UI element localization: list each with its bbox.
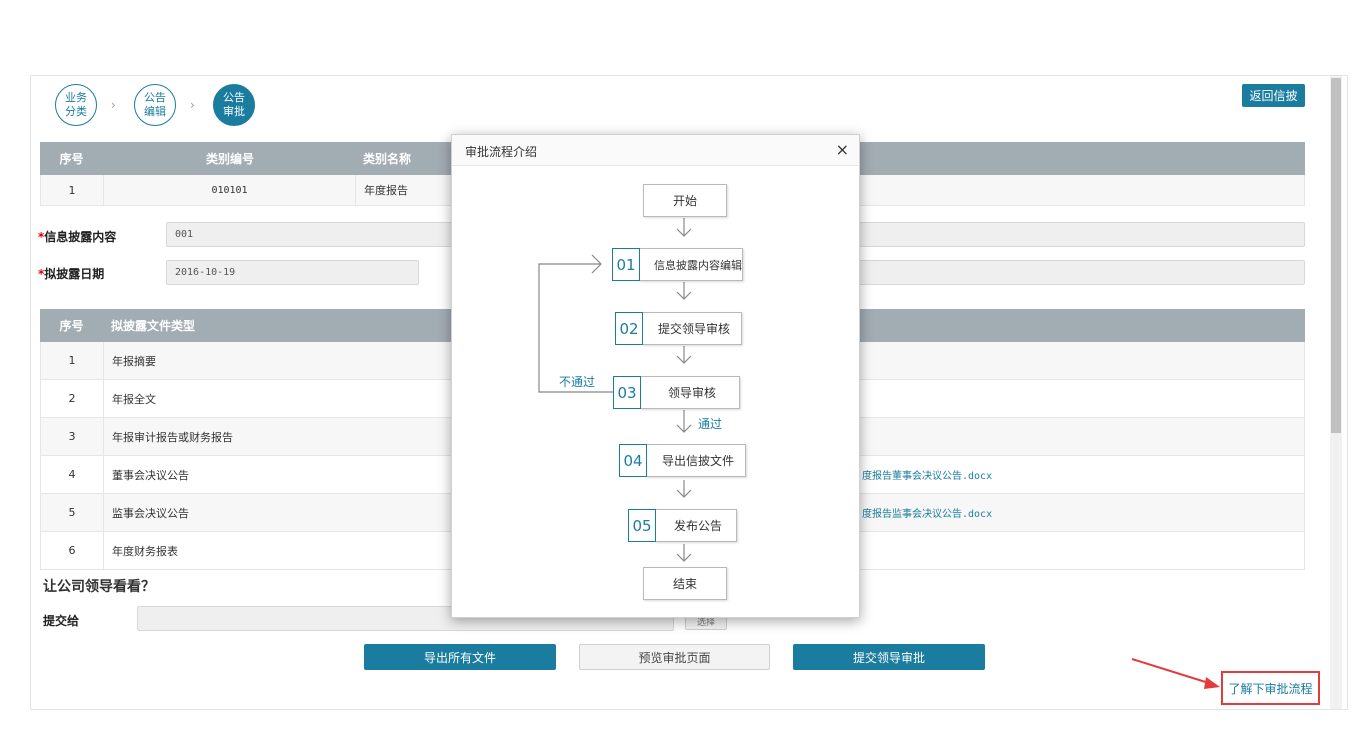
approval-flow-modal: 审批流程介绍 × 开始 信息披露内容编辑 01 提交领导审核 02 领导审核 0… (451, 134, 860, 618)
row-index: 3 (41, 418, 104, 455)
header-category-code: 类别编号 (206, 152, 255, 166)
date-input[interactable]: 2016-10-19 (166, 260, 419, 285)
flow-step-1: 信息披露内容编辑 (639, 248, 743, 281)
submit-approval-button[interactable]: 提交领导审批 (793, 644, 985, 670)
return-button[interactable]: 返回信披 (1242, 84, 1305, 107)
row-index: 6 (41, 532, 104, 569)
flow-step-number: 01 (612, 248, 640, 281)
row-file-type: 年报全文 (112, 392, 156, 406)
header-category-name: 类别名称 (363, 152, 412, 166)
row-index: 2 (41, 380, 104, 417)
flow-end: 结束 (643, 567, 727, 600)
step-business-category[interactable]: 业务分类 (55, 84, 97, 126)
row-index: 4 (41, 456, 104, 493)
step-label: 业务分类 (65, 91, 87, 118)
flow-step-label: 导出信披文件 (661, 454, 734, 468)
review-title: 让公司领导看看？ (43, 579, 155, 595)
annotation-arrow (1131, 658, 1220, 689)
flow-step-5: 发布公告 (655, 509, 737, 542)
flow-step-label: 提交领导审核 (657, 322, 730, 336)
header-index: 序号 (59, 319, 84, 333)
flow-step-number: 03 (613, 376, 641, 409)
step-separator: › (111, 98, 116, 112)
flow-step-label: 领导审核 (667, 386, 716, 400)
flow-step-3: 领导审核 (640, 376, 740, 409)
row-file-type: 董事会决议公告 (112, 468, 189, 482)
date-label: *拟披露日期 (38, 265, 104, 282)
flow-step-4: 导出信披文件 (646, 444, 746, 477)
row-code: 010101 (104, 175, 356, 205)
flow-step-number: 04 (619, 444, 647, 477)
flow-step-number: 02 (615, 312, 643, 345)
flow-step-label: 发布公告 (673, 519, 722, 533)
header-index: 序号 (59, 152, 84, 166)
step-announcement-approval[interactable]: 公告审批 (213, 84, 255, 126)
date-extra-field (855, 260, 1305, 285)
row-file-type: 年度财务报表 (112, 544, 178, 558)
step-label: 公告编辑 (144, 91, 166, 118)
step-label: 公告审批 (223, 91, 245, 118)
row-file-type: 年报摘要 (112, 354, 156, 368)
header-file-type: 拟披露文件类型 (111, 319, 196, 333)
row-index: 1 (41, 175, 104, 205)
row-name: 年度报告 (364, 184, 408, 197)
flow-step-label: 信息披露内容编辑 (654, 258, 742, 272)
flow-step-number: 05 (628, 509, 656, 542)
content-label-text: 信息披露内容 (44, 230, 117, 244)
file-link[interactable]: 度报告董事会决议公告.docx (862, 456, 992, 493)
flow-start: 开始 (643, 184, 727, 217)
content-label: *信息披露内容 (38, 228, 116, 245)
vertical-scrollbar[interactable] (1330, 76, 1342, 709)
export-all-button[interactable]: 导出所有文件 (364, 644, 556, 670)
flow-step-2: 提交领导审核 (642, 312, 742, 345)
learn-approval-flow-link[interactable]: 了解下审批流程 (1221, 671, 1320, 705)
date-label-text: 拟披露日期 (44, 267, 105, 281)
preview-button[interactable]: 预览审批页面 (579, 644, 770, 670)
row-file-type: 年报审计报告或财务报告 (112, 430, 233, 444)
reject-label: 不通过 (559, 375, 596, 389)
scrollbar-thumb[interactable] (1331, 78, 1341, 433)
submit-to-label: 提交给 (43, 614, 80, 628)
row-index: 1 (41, 342, 104, 379)
pass-label: 通过 (698, 417, 723, 431)
row-file-type: 监事会决议公告 (112, 506, 189, 520)
row-index: 5 (41, 494, 104, 531)
file-link[interactable]: 度报告监事会决议公告.docx (862, 494, 992, 531)
step-separator: › (190, 98, 195, 112)
step-announcement-edit[interactable]: 公告编辑 (134, 84, 176, 126)
